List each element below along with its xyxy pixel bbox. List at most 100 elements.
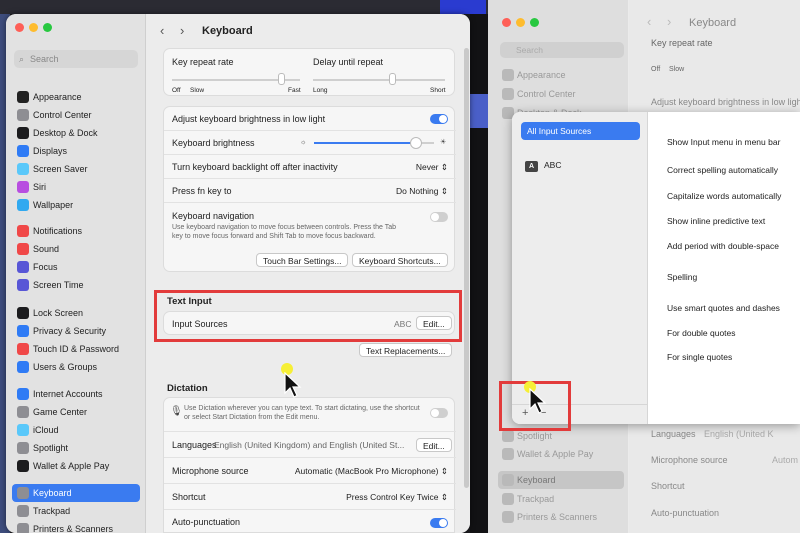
scrollbar[interactable] <box>464 48 469 488</box>
shortcut-popup[interactable]: Press Control Key Twice ⇕ <box>346 484 448 510</box>
touch-bar-settings-button[interactable]: Touch Bar Settings... <box>256 253 349 267</box>
microphone-source-popup[interactable]: Automatic (MacBook Pro Microphone) ⇕ <box>295 458 448 484</box>
dictation-toggle[interactable] <box>430 408 448 418</box>
sidebar-item-label: Wallet & Apple Pay <box>33 461 110 471</box>
background-languages-value: English (United K <box>704 429 774 439</box>
keyboard-navigation-toggle[interactable] <box>430 212 448 222</box>
sidebar-item-appearance[interactable]: Appearance <box>12 88 140 106</box>
wallet-icon <box>17 460 29 472</box>
background-key-repeat-label: Key repeat rate <box>651 38 713 48</box>
spotlight-icon <box>17 442 29 454</box>
sidebar-item-desktop-dock[interactable]: Desktop & Dock <box>12 124 140 142</box>
minimize-button[interactable] <box>29 23 38 32</box>
key-repeat-rate-label: Key repeat rate <box>172 57 234 67</box>
dictation-description: Use Dictation wherever you can type text… <box>184 405 420 421</box>
press-fn-popup[interactable]: Do Nothing ⇕ <box>396 179 448 203</box>
background-window-controls <box>502 18 539 27</box>
search-input[interactable]: ⌕ Search <box>14 50 138 68</box>
sidebar-item-focus[interactable]: Focus <box>12 258 140 276</box>
sidebar-item-printers-scanners[interactable]: Printers & Scanners <box>12 520 140 533</box>
sheet-option-use-smart-quotes-and-dashes: Use smart quotes and dashes <box>667 303 780 313</box>
sidebar-item-users-groups[interactable]: Users & Groups <box>12 358 140 376</box>
background-sidebar-trackpad[interactable]: Trackpad <box>498 490 624 508</box>
notifications-icon <box>17 225 29 237</box>
sidebar-item-wallet-apple-pay[interactable]: Wallet & Apple Pay <box>12 457 140 475</box>
mouse-pointer-icon <box>284 372 302 398</box>
sidebar-item-game-center[interactable]: Game Center <box>12 403 140 421</box>
sidebar-item-sound[interactable]: Sound <box>12 240 140 258</box>
sidebar-item-keyboard[interactable]: Keyboard <box>12 484 140 502</box>
backlight-off-popup[interactable]: Never ⇕ <box>416 155 448 179</box>
screen-time-icon <box>17 279 29 291</box>
abc-input-source-item[interactable]: A ABC <box>525 160 561 172</box>
sheet-option-capitalize-words-automatically: Capitalize words automatically <box>667 191 782 201</box>
background-back-chevron-icon[interactable]: ‹ <box>647 14 651 29</box>
background-sidebar-printers[interactable]: Printers & Scanners <box>498 508 624 526</box>
sidebar-item-lock-screen[interactable]: Lock Screen <box>12 304 140 322</box>
keyboard-brightness-slider[interactable] <box>410 137 422 149</box>
background-sidebar-keyboard[interactable]: Keyboard <box>498 471 624 489</box>
brightness-low-icon: ☼ <box>300 139 307 146</box>
sidebar-item-label: Privacy & Security <box>33 326 107 336</box>
background-minimize-button[interactable] <box>516 18 525 27</box>
background-auto-punctuation-label: Auto-punctuation <box>651 508 720 518</box>
key-repeat-rate-slider[interactable] <box>277 73 285 85</box>
all-input-sources-item[interactable]: All Input Sources <box>521 122 640 140</box>
sidebar-item-label: Game Center <box>33 407 88 417</box>
input-sources-sheet: All Input Sources A ABC + − Show Input me… <box>512 112 800 424</box>
sidebar-item-screen-time[interactable]: Screen Time <box>12 276 140 294</box>
forward-chevron-icon[interactable]: › <box>180 23 184 38</box>
background-zoom-button[interactable] <box>530 18 539 27</box>
background-search-input[interactable]: Search <box>500 42 624 58</box>
microphone-source-row: Microphone source Automatic (MacBook Pro… <box>164 458 456 484</box>
dictation-row: 🎙 Use Dictation wherever you can type te… <box>164 398 456 432</box>
auto-punctuation-row: Auto-punctuation <box>164 510 456 533</box>
sheet-option-for-single-quotes: For single quotes <box>667 352 733 362</box>
sidebar-item-privacy-security[interactable]: Privacy & Security <box>12 322 140 340</box>
backlight-off-row: Turn keyboard backlight off after inacti… <box>164 155 456 179</box>
key-repeat-card: Key repeat rate Delay until repeat Off S… <box>163 48 455 96</box>
auto-punctuation-toggle[interactable] <box>430 518 448 528</box>
background-sidebar-appearance[interactable]: Appearance <box>498 66 624 84</box>
keyboard-shortcuts-button[interactable]: Keyboard Shortcuts... <box>352 253 448 267</box>
background-microphone-label: Microphone source <box>651 455 728 465</box>
sidebar-item-displays[interactable]: Displays <box>12 142 140 160</box>
sidebar-item-touch-id-password[interactable]: Touch ID & Password <box>12 340 140 358</box>
game-center-icon <box>17 406 29 418</box>
sidebar-item-internet-accounts[interactable]: Internet Accounts <box>12 385 140 403</box>
sidebar-item-label: iCloud <box>33 425 59 435</box>
text-replacements-button[interactable]: Text Replacements... <box>359 343 453 357</box>
adjust-brightness-toggle[interactable] <box>430 114 448 124</box>
sidebar-item-icloud[interactable]: iCloud <box>12 421 140 439</box>
background-adjust-brightness-label: Adjust keyboard brightness in low light <box>651 97 800 107</box>
background-forward-chevron-icon[interactable]: › <box>667 14 671 29</box>
sidebar-item-label: Notifications <box>33 226 83 236</box>
delay-until-repeat-slider[interactable] <box>389 73 397 85</box>
long-label: Long <box>313 87 328 94</box>
microphone-source-label: Microphone source <box>172 466 249 476</box>
background-sidebar-wallet[interactable]: Wallet & Apple Pay <box>498 445 624 463</box>
sidebar-item-control-center[interactable]: Control Center <box>12 106 140 124</box>
sidebar-item-label: Lock Screen <box>33 308 84 318</box>
languages-edit-button[interactable]: Edit... <box>416 438 452 452</box>
sidebar-item-notifications[interactable]: Notifications <box>12 222 140 240</box>
zoom-button[interactable] <box>43 23 52 32</box>
sidebar-item-label: Sound <box>33 244 60 254</box>
off-label: Off <box>172 87 181 94</box>
sidebar-item-wallpaper[interactable]: Wallpaper <box>12 196 140 214</box>
keyboard-navigation-label: Keyboard navigation <box>172 211 255 221</box>
adjust-brightness-label: Adjust keyboard brightness in low light <box>172 114 326 124</box>
sidebar-item-siri[interactable]: Siri <box>12 178 140 196</box>
appearance-icon <box>502 69 514 81</box>
keyboard-navigation-description: Use keyboard navigation to move focus be… <box>172 224 396 240</box>
sidebar-item-trackpad[interactable]: Trackpad <box>12 502 140 520</box>
sidebar-item-spotlight[interactable]: Spotlight <box>12 439 140 457</box>
background-sidebar-control-center[interactable]: Control Center <box>498 85 624 103</box>
close-button[interactable] <box>15 23 24 32</box>
sidebar-item-label: Siri <box>33 182 46 192</box>
background-close-button[interactable] <box>502 18 511 27</box>
control-center-icon <box>502 88 514 100</box>
siri-icon <box>17 181 29 193</box>
sidebar-item-screen-saver[interactable]: Screen Saver <box>12 160 140 178</box>
back-chevron-icon[interactable]: ‹ <box>160 23 164 38</box>
